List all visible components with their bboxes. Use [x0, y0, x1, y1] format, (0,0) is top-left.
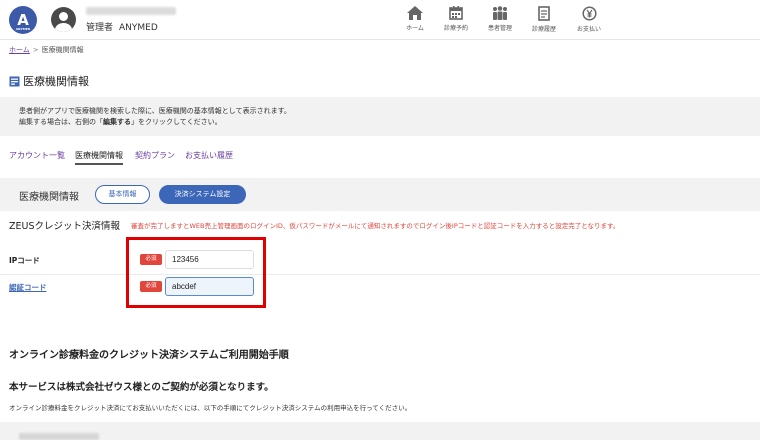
- info-line-2: 編集する場合は、右側の「編集する」をクリックしてください。: [19, 118, 222, 126]
- breadcrumb-separator: >: [32, 46, 39, 54]
- info-line-1: 患者側がアプリで医療機関を検索した際に、医療機関の基本情報として表示されます。: [19, 107, 291, 115]
- info-edit-emphasis: 編集する: [103, 118, 131, 126]
- page-title: 医療機関情報: [9, 73, 89, 90]
- logo-subtext: ANYMED: [15, 27, 31, 31]
- row-divider: [0, 274, 760, 275]
- tab-medical-institution-info[interactable]: 医療機関情報: [75, 150, 123, 165]
- breadcrumb-home-link[interactable]: ホーム: [9, 46, 30, 54]
- section-label: 医療機関情報: [19, 192, 79, 203]
- role-label: 管理者: [86, 23, 114, 33]
- guide-subheading: 本サービスは株式会社ゼウス様とのご契約が必須となります。: [9, 382, 274, 393]
- page-title-text: 医療機関情報: [23, 75, 89, 88]
- user-avatar[interactable]: [51, 7, 76, 32]
- tab-payment-history[interactable]: お支払い履歴: [185, 150, 233, 161]
- guide-heading: オンライン診療料金のクレジット決済システムご利用開始手順: [9, 350, 289, 361]
- nav-payment[interactable]: お支払い: [569, 6, 609, 33]
- user-role: 管理者 ANYMED: [86, 20, 158, 33]
- zeus-notice: 審査が完了しますとWEB売上管理画面のログインID、仮パスワードがメールにて通知…: [131, 222, 620, 230]
- info-box: 患者側がアプリで医療機関を検索した際に、医療機関の基本情報として表示されます。 …: [0, 97, 760, 136]
- yen-icon: [581, 6, 597, 21]
- app-header: A ANYMED 管理者 ANYMED ホーム 診療予約 患者管理 診療履歴 お支…: [0, 0, 760, 40]
- nav-patients[interactable]: 患者管理: [480, 6, 520, 32]
- calendar-icon: [449, 6, 463, 20]
- ip-code-label: IPコード: [9, 256, 40, 265]
- anymed-logo[interactable]: A ANYMED: [9, 6, 37, 34]
- nav-home[interactable]: ホーム: [395, 6, 435, 32]
- guide-description: オンライン診療料金をクレジット決済にてお支払いいただくには、以下の手順にてクレジ…: [9, 404, 412, 412]
- tab-account-list[interactable]: アカウント一覧: [9, 150, 65, 161]
- steps-section-bar: [0, 422, 760, 440]
- breadcrumb-current: 医療機関情報: [41, 46, 84, 54]
- home-icon: [407, 6, 423, 20]
- user-name: ANYMED: [119, 23, 158, 33]
- nav-history[interactable]: 診療履歴: [524, 6, 564, 33]
- building-icon: [9, 76, 20, 90]
- tab-contract-plan[interactable]: 契約プラン: [135, 150, 175, 161]
- nav-reservation[interactable]: 診療予約: [436, 6, 476, 32]
- basic-info-button[interactable]: 基本情報: [95, 185, 150, 204]
- steps-heading-blurred: [19, 433, 99, 440]
- highlight-box: [126, 237, 266, 308]
- document-icon: [538, 6, 550, 21]
- payment-settings-button[interactable]: 決済システム設定: [159, 185, 246, 204]
- breadcrumb: ホーム > 医療機関情報: [9, 45, 84, 55]
- organization-name-blurred: [86, 7, 176, 15]
- auth-code-label[interactable]: 認証コード: [9, 282, 47, 293]
- zeus-section-title: ZEUSクレジット決済情報: [9, 221, 120, 232]
- people-icon: [493, 6, 507, 20]
